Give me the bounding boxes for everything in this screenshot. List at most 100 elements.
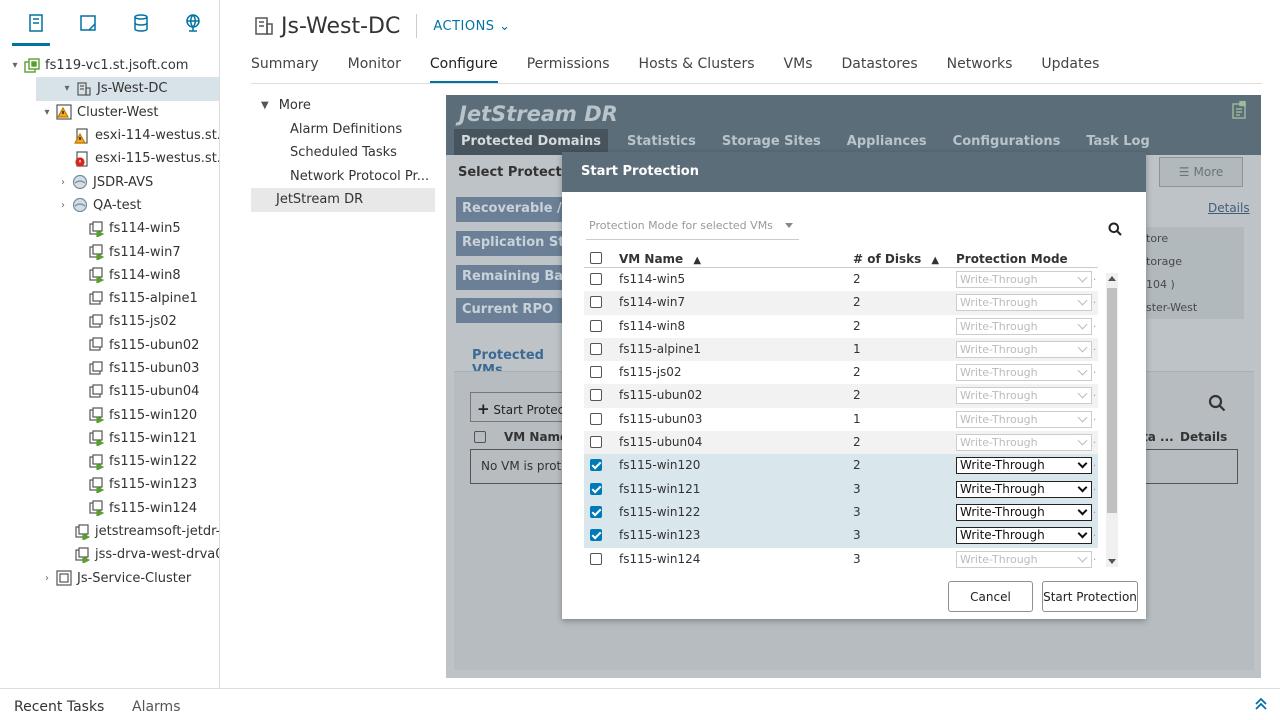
- recent-tasks-tab[interactable]: Recent Tasks: [14, 699, 104, 715]
- tree-node[interactable]: fs115-alpine1: [0, 287, 219, 310]
- protected-vms-tab[interactable]: Protected VMs: [456, 341, 576, 378]
- configure-item-jetstream-dr[interactable]: JetStream DR: [251, 188, 435, 212]
- more-options-icon[interactable]: .: [1093, 342, 1096, 353]
- table-row[interactable]: fs115-ubun03 1 Write-Through.: [584, 408, 1098, 431]
- scroll-down-icon[interactable]: [1108, 559, 1116, 564]
- tab-networks[interactable]: Networks: [947, 52, 1013, 82]
- tab-datastores[interactable]: Datastores: [841, 52, 917, 82]
- tab-hosts-clusters[interactable]: Hosts & Clusters: [639, 52, 755, 82]
- tab-vms[interactable]: VMs: [784, 52, 813, 82]
- tree-node[interactable]: fs115-win122: [0, 450, 219, 473]
- start-protection-button[interactable]: Start Protection: [1042, 581, 1138, 612]
- table-row[interactable]: fs115-alpine1 1 Write-Through.: [584, 337, 1098, 362]
- row-checkbox[interactable]: [590, 436, 602, 449]
- table-row[interactable]: fs115-win120 2 Write-Through.: [584, 454, 1098, 478]
- protection-mode-dropdown[interactable]: Write-Through: [956, 527, 1092, 545]
- more-options-icon[interactable]: .: [1093, 388, 1096, 399]
- column-protection-mode[interactable]: Protection Mode: [956, 252, 1068, 266]
- tree-node[interactable]: fs115-ubun02: [0, 334, 219, 357]
- start-protection-open-button[interactable]: + Start Protecti: [470, 392, 570, 422]
- caret-down-icon[interactable]: ▾: [8, 60, 22, 71]
- more-options-icon[interactable]: .: [1093, 412, 1096, 423]
- protection-mode-dropdown[interactable]: Write-Through: [956, 503, 1092, 521]
- caret-right-icon[interactable]: ›: [56, 177, 70, 188]
- storage-icon[interactable]: [115, 0, 167, 46]
- row-checkbox[interactable]: [590, 482, 602, 495]
- tree-node[interactable]: ▾ fs119-vc1.st.jsoft.com: [0, 54, 219, 77]
- row-checkbox[interactable]: [590, 273, 602, 285]
- select-all-checkbox[interactable]: [590, 252, 602, 264]
- tree-node[interactable]: fs115-js02: [0, 310, 219, 333]
- table-row[interactable]: fs115-win123 3 Write-Through.: [584, 524, 1098, 548]
- tab-updates[interactable]: Updates: [1041, 52, 1099, 82]
- select-all-checkbox[interactable]: [474, 431, 486, 443]
- networking-icon[interactable]: [167, 0, 219, 46]
- more-options-icon[interactable]: .: [1093, 272, 1096, 283]
- cancel-button[interactable]: Cancel: [948, 581, 1033, 612]
- scroll-up-icon[interactable]: [1108, 276, 1116, 281]
- row-checkbox[interactable]: [590, 412, 602, 425]
- table-row[interactable]: fs115-win121 3 Write-Through.: [584, 477, 1098, 501]
- table-row[interactable]: fs114-win8 2 Write-Through.: [584, 315, 1098, 338]
- protection-mode-dropdown[interactable]: Write-Through: [956, 457, 1092, 475]
- table-row[interactable]: fs114-win5 2 Write-Through.: [584, 268, 1098, 291]
- protection-mode-dropdown[interactable]: Write-Through: [956, 480, 1092, 498]
- more-options-icon[interactable]: .: [1093, 505, 1096, 516]
- more-options-icon[interactable]: .: [1093, 435, 1096, 446]
- table-row[interactable]: fs115-js02 2 Write-Through.: [584, 361, 1098, 384]
- tree-node[interactable]: esxi-114-westus.st.js...: [0, 124, 219, 147]
- document-icon[interactable]: [1231, 100, 1247, 119]
- tab-permissions[interactable]: Permissions: [527, 52, 610, 82]
- more-options-icon[interactable]: .: [1093, 295, 1096, 306]
- tab-summary[interactable]: Summary: [251, 52, 319, 82]
- row-checkbox[interactable]: [590, 389, 602, 402]
- table-row[interactable]: fs115-ubun04 2 Write-Through.: [584, 431, 1098, 455]
- more-options-icon[interactable]: .: [1093, 365, 1096, 376]
- tree-node[interactable]: fs115-win124: [0, 497, 219, 520]
- table-row[interactable]: fs115-ubun02 2 Write-Through.: [584, 384, 1098, 408]
- table-row[interactable]: fs115-win124 3 Write-Through.: [584, 548, 1098, 571]
- row-checkbox[interactable]: [590, 459, 602, 472]
- configure-item-alarm-definitions[interactable]: Alarm Definitions: [251, 118, 435, 142]
- search-icon[interactable]: [1208, 394, 1226, 412]
- more-options-icon[interactable]: .: [1093, 528, 1096, 539]
- tree-node[interactable]: fs115-ubun04: [0, 380, 219, 403]
- tree-node[interactable]: fs114-win8: [0, 264, 219, 287]
- tree-node[interactable]: fs115-win121: [0, 427, 219, 450]
- configure-item-scheduled-tasks[interactable]: Scheduled Tasks: [251, 141, 435, 165]
- tree-node[interactable]: fs115-ubun03: [0, 357, 219, 380]
- actions-menu-button[interactable]: ACTIONS ⌄: [433, 19, 510, 34]
- more-options-icon[interactable]: .: [1093, 458, 1096, 469]
- search-icon[interactable]: [1108, 222, 1122, 236]
- tree-node[interactable]: jetstreamsoft-jetdr-...: [0, 520, 219, 543]
- tab-monitor[interactable]: Monitor: [348, 52, 401, 82]
- table-row[interactable]: fs115-win122 3 Write-Through.: [584, 500, 1098, 525]
- protection-mode-select[interactable]: Protection Mode for selected VMs: [586, 214, 799, 240]
- hosts-clusters-icon[interactable]: [10, 0, 62, 46]
- vm-table-scrollbar[interactable]: [1106, 273, 1118, 567]
- details-link[interactable]: Details: [1208, 201, 1250, 215]
- tree-node[interactable]: › JSDR-AVS: [0, 170, 219, 193]
- column-vm-name[interactable]: VM Name: [504, 430, 568, 444]
- more-options-icon[interactable]: .: [1093, 319, 1096, 330]
- tab-configure[interactable]: Configure: [429, 52, 498, 84]
- configure-item-network-protocol[interactable]: Network Protocol Pr...: [251, 165, 435, 189]
- more-options-icon[interactable]: .: [1093, 482, 1096, 493]
- tree-node[interactable]: jss-drva-west-drva01: [0, 543, 219, 566]
- vms-templates-icon[interactable]: [62, 0, 114, 46]
- alarms-tab[interactable]: Alarms: [132, 699, 181, 715]
- caret-down-icon[interactable]: ▾: [60, 83, 74, 94]
- tree-node[interactable]: › Js-Service-Cluster: [0, 567, 219, 590]
- column-details[interactable]: Details: [1180, 430, 1227, 444]
- tree-node[interactable]: fs115-win123: [0, 473, 219, 496]
- more-button[interactable]: ☰ More: [1159, 157, 1243, 187]
- caret-right-icon[interactable]: ›: [56, 200, 70, 211]
- tree-node[interactable]: › QA-test: [0, 194, 219, 217]
- tree-node[interactable]: fs114-win7: [0, 240, 219, 263]
- row-checkbox[interactable]: [590, 366, 602, 379]
- scroll-thumb[interactable]: [1107, 288, 1117, 513]
- column-data[interactable]: ta ...: [1142, 430, 1174, 444]
- configure-more-group[interactable]: ▼ More: [251, 94, 435, 118]
- tree-node[interactable]: fs115-win120: [0, 403, 219, 426]
- caret-right-icon[interactable]: ›: [40, 573, 54, 584]
